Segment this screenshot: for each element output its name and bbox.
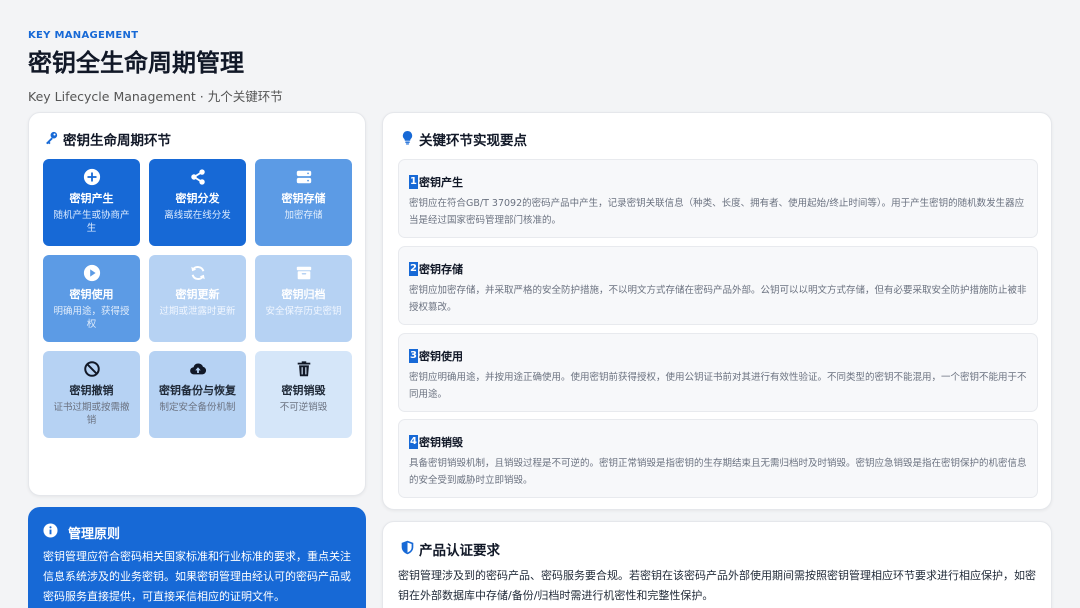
page-title: 密钥全生命周期管理 bbox=[28, 49, 244, 77]
principle-title-text: 管理原则 bbox=[68, 527, 121, 542]
stage-name: 密钥使用 bbox=[69, 288, 114, 301]
stage-tile-backup[interactable]: 密钥备份与恢复 制定安全备份机制 bbox=[149, 351, 246, 438]
lifecycle-grid: 密钥产生 随机产生或协商产生 密钥分发 离线或在线分发 密钥存储 加密存储 密钥… bbox=[43, 159, 352, 438]
points-title-text: 关键环节实现要点 bbox=[419, 133, 527, 149]
stage-name: 密钥存储 bbox=[281, 192, 326, 205]
point-title: 密钥存储 bbox=[418, 263, 463, 276]
stage-name: 密钥分发 bbox=[175, 192, 220, 205]
stage-name: 密钥备份与恢复 bbox=[159, 384, 236, 397]
refresh-icon bbox=[189, 264, 207, 282]
lifecycle-card-title: 密钥生命周期环节 bbox=[44, 129, 171, 149]
point-item: 4 密钥销毁 具备密钥销毁机制，且销毁过程是不可逆的。密钥正常销毁是指密钥的生存… bbox=[398, 419, 1038, 498]
point-item: 1 密钥产生 密钥应在符合GB/T 37092的密码产品中产生，记录密钥关联信息… bbox=[398, 159, 1038, 238]
stage-desc: 安全保存历史密钥 bbox=[265, 306, 342, 317]
stage-desc: 制定安全备份机制 bbox=[159, 402, 236, 413]
stage-tile-archive[interactable]: 密钥归档 安全保存历史密钥 bbox=[255, 255, 352, 342]
hdd-icon bbox=[295, 168, 313, 186]
point-number: 4 bbox=[409, 435, 418, 449]
stage-name: 密钥撤销 bbox=[69, 384, 114, 397]
key-icon bbox=[44, 130, 59, 149]
point-item: 3 密钥使用 密钥应明确用途，并按用途正确使用。使用密钥前获得授权，使用公钥证书… bbox=[398, 333, 1038, 412]
point-number: 1 bbox=[409, 175, 418, 189]
stage-name: 密钥销毁 bbox=[281, 384, 326, 397]
stage-tile-update[interactable]: 密钥更新 过期或泄露时更新 bbox=[149, 255, 246, 342]
share-icon bbox=[189, 168, 207, 186]
stage-tile-destroy[interactable]: 密钥销毁 不可逆销毁 bbox=[255, 351, 352, 438]
certification-card: 产品认证要求 密钥管理涉及到的密码产品、密码服务要合规。若密钥在该密码产品外部使… bbox=[382, 521, 1052, 608]
stage-desc: 随机产生或协商产生 bbox=[53, 210, 130, 234]
stage-desc: 不可逆销毁 bbox=[279, 402, 328, 413]
plus-circle-icon bbox=[83, 168, 101, 186]
certification-card-title: 产品认证要求 bbox=[400, 539, 500, 559]
ban-icon bbox=[83, 360, 101, 378]
lightbulb-icon bbox=[400, 130, 415, 149]
points-card: 关键环节实现要点 1 密钥产生 密钥应在符合GB/T 37092的密码产品中产生… bbox=[382, 112, 1052, 510]
page-subtitle: Key Lifecycle Management · 九个关键环节 bbox=[28, 89, 283, 104]
trash-icon bbox=[295, 360, 313, 378]
principle-card: 管理原则 密钥管理应符合密码相关国家标准和行业标准的要求，重点关注信息系统涉及的… bbox=[28, 507, 366, 608]
lifecycle-card: 密钥生命周期环节 密钥产生 随机产生或协商产生 密钥分发 离线或在线分发 密钥存… bbox=[28, 112, 366, 496]
cloud-upload-icon bbox=[189, 360, 207, 378]
point-heading: 1 密钥产生 bbox=[409, 174, 463, 190]
eyebrow: KEY MANAGEMENT bbox=[28, 30, 139, 41]
point-number: 3 bbox=[409, 349, 418, 363]
stage-desc: 证书过期或按需撤销 bbox=[53, 402, 130, 426]
lifecycle-title-text: 密钥生命周期环节 bbox=[63, 133, 171, 149]
points-card-title: 关键环节实现要点 bbox=[400, 129, 527, 149]
stage-tile-distribute[interactable]: 密钥分发 离线或在线分发 bbox=[149, 159, 246, 246]
point-title: 密钥使用 bbox=[418, 350, 463, 363]
stage-tile-store[interactable]: 密钥存储 加密存储 bbox=[255, 159, 352, 246]
stage-name: 密钥产生 bbox=[69, 192, 114, 205]
stage-desc: 过期或泄露时更新 bbox=[159, 306, 236, 317]
play-circle-icon bbox=[83, 264, 101, 282]
point-item: 2 密钥存储 密钥应加密存储，并采取严格的安全防护措施，不以明文方式存储在密码产… bbox=[398, 246, 1038, 325]
info-icon bbox=[43, 523, 58, 542]
archive-icon bbox=[295, 264, 313, 282]
certification-title-text: 产品认证要求 bbox=[419, 543, 500, 559]
stage-desc: 明确用途，获得授权 bbox=[53, 306, 130, 330]
point-heading: 2 密钥存储 bbox=[409, 261, 463, 277]
point-heading: 3 密钥使用 bbox=[409, 348, 463, 364]
point-title: 密钥产生 bbox=[418, 176, 463, 189]
point-desc: 具备密钥销毁机制，且销毁过程是不可逆的。密钥正常销毁是指密钥的生存期结束且无需归… bbox=[409, 458, 1027, 486]
stage-tile-revoke[interactable]: 密钥撤销 证书过期或按需撤销 bbox=[43, 351, 140, 438]
stage-desc: 加密存储 bbox=[284, 210, 323, 221]
point-desc: 密钥应加密存储，并采取严格的安全防护措施，不以明文方式存储在密码产品外部。公钥可… bbox=[409, 285, 1027, 313]
certification-text: 密钥管理涉及到的密码产品、密码服务要合规。若密钥在该密码产品外部使用期间需按照密… bbox=[398, 569, 1036, 602]
principle-title: 管理原则 bbox=[43, 523, 120, 542]
stage-name: 密钥更新 bbox=[175, 288, 220, 301]
stage-desc: 离线或在线分发 bbox=[164, 210, 231, 221]
stage-tile-generate[interactable]: 密钥产生 随机产生或协商产生 bbox=[43, 159, 140, 246]
point-heading: 4 密钥销毁 bbox=[409, 434, 463, 450]
stage-name: 密钥归档 bbox=[281, 288, 326, 301]
point-desc: 密钥应在符合GB/T 37092的密码产品中产生，记录密钥关联信息（种类、长度、… bbox=[409, 198, 1025, 226]
point-title: 密钥销毁 bbox=[418, 436, 463, 449]
principle-text: 密钥管理应符合密码相关国家标准和行业标准的要求，重点关注信息系统涉及的业务密钥。… bbox=[43, 550, 351, 603]
point-number: 2 bbox=[409, 262, 418, 276]
point-desc: 密钥应明确用途，并按用途正确使用。使用密钥前获得授权，使用公钥证书前对其进行有效… bbox=[409, 372, 1027, 400]
shield-icon bbox=[400, 540, 415, 559]
stage-tile-use[interactable]: 密钥使用 明确用途，获得授权 bbox=[43, 255, 140, 342]
